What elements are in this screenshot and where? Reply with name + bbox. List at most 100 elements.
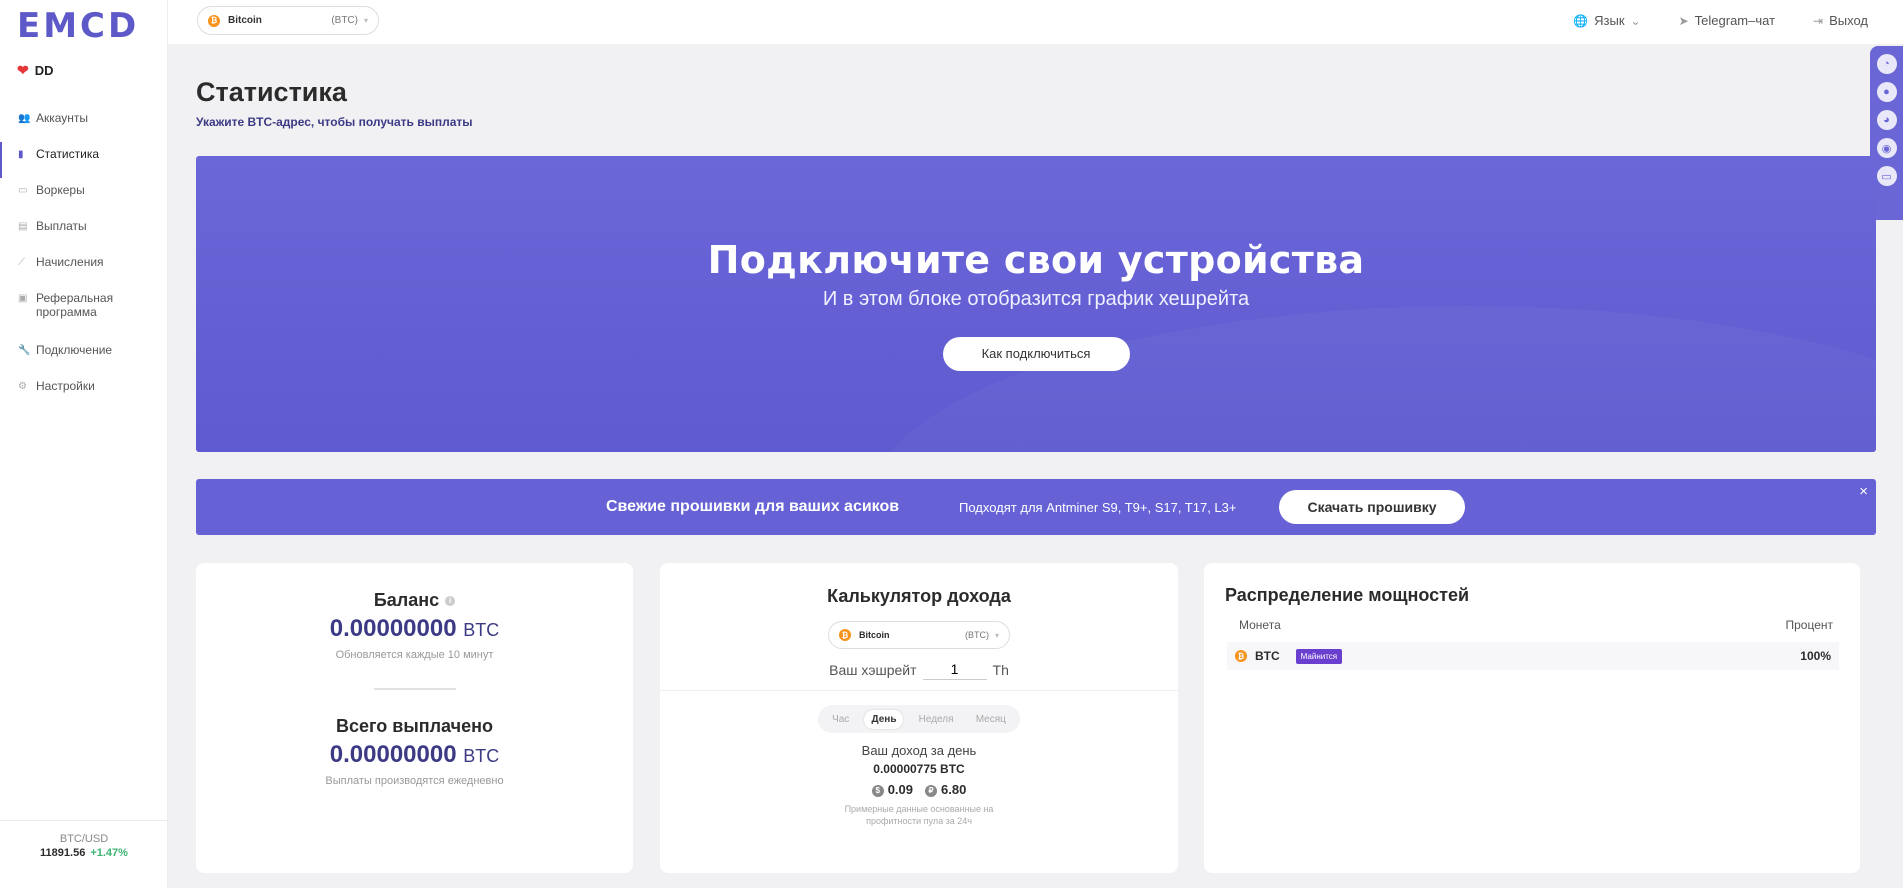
tab-week[interactable]: Неделя xyxy=(912,710,961,729)
table-header: Монета Процент xyxy=(1204,618,1860,632)
paid-note: Выплаты производятся ежедневно xyxy=(325,775,504,787)
firmware-banner: Свежие прошивки для ваших асиков Подходя… xyxy=(196,479,1876,535)
coin-ticker: (BTC) xyxy=(331,15,358,26)
usd-value: 0.09 xyxy=(887,782,913,797)
income-value: 0.00000775 BTC xyxy=(873,762,965,776)
bitcoin-icon: ₿ xyxy=(839,629,851,641)
sidebar-item-workers[interactable]: ▭ Воркеры xyxy=(0,178,168,214)
sidebar-item-settings[interactable]: ⚙ Настройки xyxy=(0,374,168,410)
bar-chart-icon: ▮ xyxy=(18,149,24,160)
col-percent: Процент xyxy=(1785,618,1833,632)
balance-card: Баланс i 0.00000000 BTC Обновляется кажды… xyxy=(196,563,633,873)
users-icon: 👥 xyxy=(18,113,31,124)
sidebar-item-accounts[interactable]: 👥 Аккаунты xyxy=(0,106,168,142)
heart-icon: ❤ xyxy=(17,62,29,78)
calculator-title: Калькулятор дохода xyxy=(827,586,1011,606)
chevron-down-icon: ▾ xyxy=(363,16,368,25)
power-distribution-card: Распределение мощностей Монета Процент ₿… xyxy=(1204,563,1860,873)
tab-day[interactable]: День xyxy=(864,709,904,729)
chevron-down-icon: ▾ xyxy=(994,630,999,640)
telegram-label: Telegram–чат xyxy=(1694,13,1776,28)
col-coin: Монета xyxy=(1239,618,1281,632)
sidebar-item-label: Статистика xyxy=(36,147,100,161)
banner-title: Свежие прошивки для ваших асиков xyxy=(606,498,900,515)
language-select[interactable]: 🌐 Язык ⌄ xyxy=(1573,13,1640,28)
sidebar-item-statistics[interactable]: ▮ Статистика xyxy=(0,142,168,178)
page-subtitle[interactable]: Укажите BTC-адрес, чтобы получать выплат… xyxy=(196,115,473,129)
balance-title: Баланс xyxy=(373,590,440,610)
chevron-down-icon: ⌄ xyxy=(1630,13,1641,28)
fiat-values: $0.09 ₽6.80 xyxy=(660,782,1178,797)
banner-subtitle: Подходят для Antminer S9, T9+, S17, T17,… xyxy=(959,500,1237,515)
usd-value-item: $0.09 xyxy=(871,782,913,797)
tab-month[interactable]: Месяц xyxy=(969,710,1013,729)
sidebar-item-label: Реферальная программа xyxy=(36,291,114,319)
hashrate-input[interactable] xyxy=(922,659,987,680)
download-firmware-button[interactable]: Скачать прошивку xyxy=(1279,490,1465,524)
bitcoin-icon: ₿ xyxy=(208,14,220,27)
sidebar-item-label: Выплаты xyxy=(36,219,87,233)
hashrate-row: Ваш хэшрейт Th xyxy=(660,659,1178,680)
rub-value-item: ₽6.80 xyxy=(925,782,966,797)
globe-icon: 🌐 xyxy=(1573,13,1589,28)
period-tabs: Час День Неделя Месяц xyxy=(818,705,1020,733)
sidebar-item-connection[interactable]: 🔧 Подключение xyxy=(0,338,168,374)
close-icon[interactable]: × xyxy=(1859,483,1868,500)
hashrate-placeholder: Подключите свои устройства И в этом блок… xyxy=(196,156,1876,452)
paid-value-row: 0.00000000 BTC xyxy=(196,741,633,769)
page-title: Статистика xyxy=(196,77,347,107)
balance-value-row: 0.00000000 BTC xyxy=(196,615,633,643)
gauge-icon[interactable]: ◔ xyxy=(1876,54,1897,74)
sidebar-item-label: Аккаунты xyxy=(36,111,89,125)
monitor-icon: ▭ xyxy=(18,185,28,196)
logout-icon: ⇥ xyxy=(1813,13,1824,28)
paid-value: 0.00000000 xyxy=(329,741,457,768)
chat-icon[interactable]: ▭ xyxy=(1876,166,1897,186)
how-to-connect-button[interactable]: Как подключиться xyxy=(942,337,1130,371)
rate-value: 11891.56 xyxy=(40,847,86,859)
telegram-icon: ➤ xyxy=(1678,13,1689,28)
row-coin: BTC xyxy=(1255,649,1280,663)
sidebar: EMCD ❤ DD 👥 Аккаунты ▮ Статистика ▭ Ворк… xyxy=(0,0,168,888)
divider xyxy=(660,690,1178,691)
coin-select[interactable]: ₿ Bitcoin (BTC) ▾ xyxy=(197,6,379,35)
list-icon: ▤ xyxy=(18,221,28,232)
distribution-title: Распределение мощностей xyxy=(1225,585,1470,605)
sidebar-item-label: Воркеры xyxy=(36,183,85,197)
ruble-icon: ₽ xyxy=(925,784,937,797)
sidebar-item-accruals[interactable]: ⟋ Начисления xyxy=(0,250,168,286)
sidebar-item-payouts[interactable]: ▤ Выплаты xyxy=(0,214,168,250)
calculator-coin-select[interactable]: ₿ Bitcoin (BTC) ▾ xyxy=(828,621,1010,649)
divider xyxy=(373,688,456,690)
row-percent: 100% xyxy=(1800,649,1831,663)
logout-button[interactable]: ⇥ Выход xyxy=(1813,13,1868,28)
doc-icon: ▣ xyxy=(18,293,28,304)
telegram-link[interactable]: ➤ Telegram–чат xyxy=(1679,13,1775,28)
rate-pair: BTC/USD xyxy=(59,833,109,845)
balance-title-row: Баланс i xyxy=(196,590,633,611)
coin-icon[interactable]: ● xyxy=(1876,82,1897,102)
gear-icon: ⚙ xyxy=(18,381,27,392)
paid-unit: BTC xyxy=(463,746,500,766)
hero-title: Подключите свои устройства xyxy=(707,238,1365,282)
emcd-logo[interactable]: EMCD xyxy=(17,6,139,46)
sidebar-item-referral[interactable]: ▣ Реферальная программа xyxy=(0,286,168,338)
dollar-icon: $ xyxy=(871,784,884,797)
balance-value: 0.00000000 xyxy=(329,615,457,642)
paid-title: Всего выплачено xyxy=(336,716,493,736)
btc-rate-widget: BTC/USD 11891.56 +1.47% xyxy=(0,820,168,888)
coin-name: Bitcoin xyxy=(228,15,262,26)
user-name-label: DD xyxy=(34,63,54,78)
bitcoin-icon: ₿ xyxy=(1235,650,1247,662)
hashrate-label: Ваш хэшрейт xyxy=(829,661,917,678)
language-label: Язык xyxy=(1594,13,1625,28)
table-row: ₿ BTC Майнится 100% xyxy=(1227,642,1839,670)
speed-icon[interactable]: ◕ xyxy=(1876,110,1897,130)
balance-note: Обновляется каждые 10 минут xyxy=(335,649,494,661)
eye-icon[interactable]: ◉ xyxy=(1876,138,1897,158)
info-icon[interactable]: i xyxy=(445,596,456,607)
tab-hour[interactable]: Час xyxy=(825,710,856,729)
user-name[interactable]: ❤ DD xyxy=(17,62,54,79)
sidebar-item-label: Настройки xyxy=(36,379,95,393)
wrench-icon: 🔧 xyxy=(18,345,31,356)
